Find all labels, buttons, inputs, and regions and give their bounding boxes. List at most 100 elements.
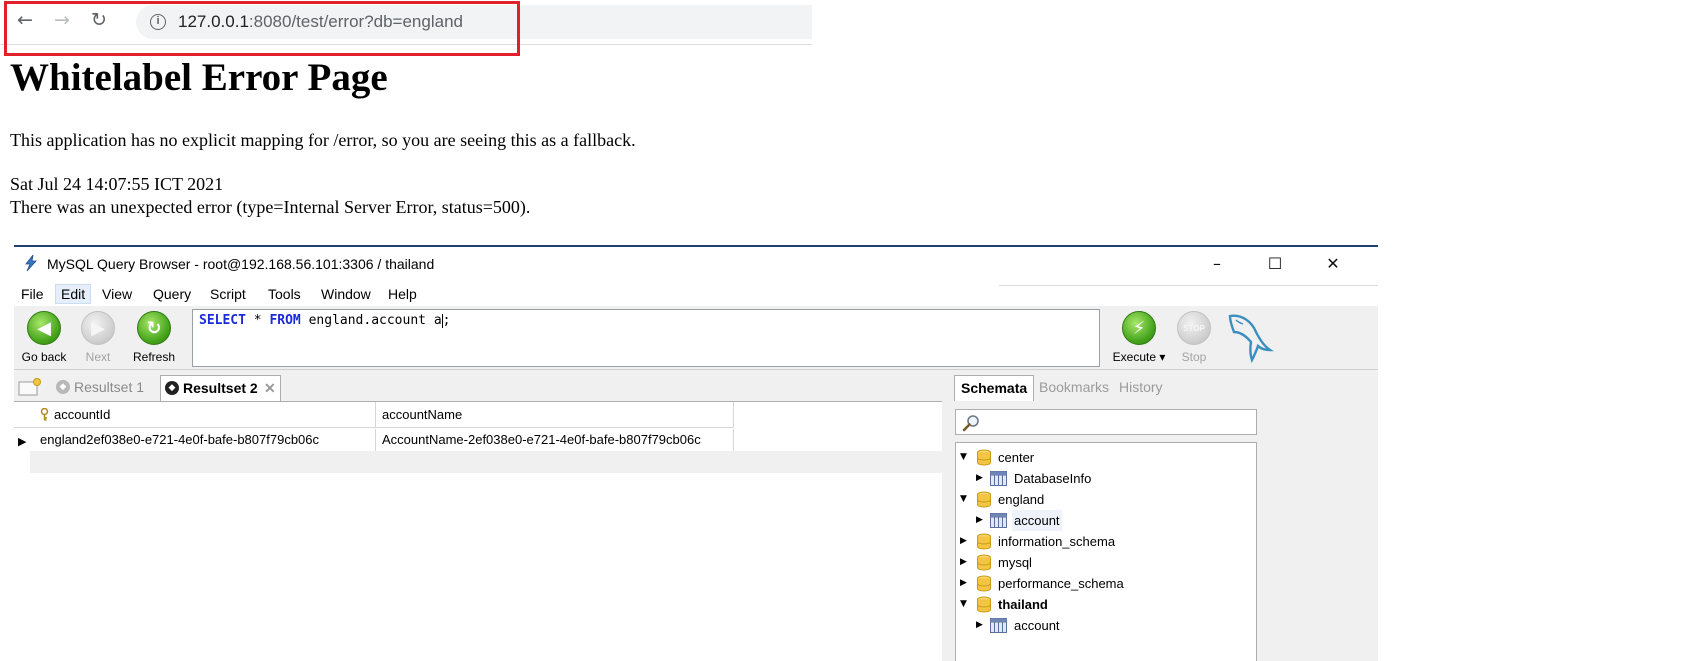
sql-terminator: ; [442,313,451,328]
expand-toggle-icon[interactable]: ▼ [960,489,972,510]
tree-node-label: information_schema [998,534,1116,549]
page-title: Whitelabel Error Page [10,56,388,99]
new-resultset-icon[interactable] [18,377,42,397]
tab-resultset-2[interactable]: ◆ Resultset 2 ✕ [160,375,281,401]
column-header-accountId[interactable]: accountId [48,402,376,427]
tab-close-icon[interactable]: ✕ [264,376,276,400]
tree-node-england-account[interactable]: ▶ account [956,510,1256,531]
menubar-separator [999,285,1378,286]
database-icon [977,554,991,571]
tab-history[interactable]: History [1113,375,1169,401]
column-header-accountName[interactable]: accountName [376,402,734,427]
tree-node-databaseinfo[interactable]: ▶ DatabaseInfo [956,468,1256,489]
tree-node-england[interactable]: ▼ england [956,489,1256,510]
tab-resultset-1[interactable]: ◆ Resultset 1 [52,375,144,401]
current-row-icon: ▶ [18,435,27,448]
tree-node-label: account [1012,510,1062,531]
highlight-box [4,1,520,56]
database-icon [977,575,991,592]
grid-empty-row [30,451,942,473]
next-button[interactable]: ▶ Next [68,306,128,370]
expand-toggle-icon[interactable]: ▼ [960,447,972,468]
window-titlebar: MySQL Query Browser - root@192.168.56.10… [14,247,1378,281]
sql-keyword-select: SELECT [199,313,246,328]
menu-view[interactable]: View [97,284,137,304]
tree-node-center[interactable]: ▼ center [956,447,1256,468]
query-browser-window: MySQL Query Browser - root@192.168.56.10… [14,245,1378,661]
schema-tree: ▼ center ▶ DatabaseInfo ▼ england ▶ acco… [955,442,1257,661]
tree-node-thailand-account[interactable]: ▶ account [956,615,1256,636]
resultset-tabbar: ◆ Resultset 1 ◆ Resultset 2 ✕ [14,371,964,401]
error-details: There was an unexpected error (type=Inte… [10,197,531,217]
table-row[interactable]: ▶ england2ef038e0-e721-4e0f-bafe-b807f79… [14,429,734,451]
execute-lightning-icon: ⚡ [1122,311,1156,345]
next-label: Next [85,350,111,364]
tree-node-label: performance_schema [998,576,1124,591]
window-title: MySQL Query Browser - root@192.168.56.10… [47,256,435,272]
go-back-label: Go back [21,350,67,364]
menu-edit[interactable]: Edit [55,284,92,304]
error-message: This application has no explicit mapping… [10,130,636,150]
database-icon [977,449,991,466]
query-toolbar: ◀ Go back ▶ Next ↻ Refresh SELECT * FROM… [14,306,1378,370]
table-icon [990,618,1007,633]
tab-schemata[interactable]: Schemata [954,375,1035,401]
tree-node-label: center [998,450,1035,465]
menu-query[interactable]: Query [148,284,196,304]
expand-toggle-icon[interactable]: ▶ [960,573,972,594]
tree-node-label: england [998,492,1045,507]
refresh-icon: ↻ [137,311,171,345]
expand-toggle-icon[interactable]: ▼ [960,594,972,615]
cell-accountName[interactable]: AccountName-2ef038e0-e721-4e0f-bafe-b807… [376,429,734,451]
tree-node-thailand[interactable]: ▼ thailand [956,594,1256,615]
go-back-icon: ◀ [27,311,61,345]
database-icon [977,596,991,613]
menu-tools[interactable]: Tools [263,284,306,304]
execute-label: Execute ▾ [1112,350,1166,364]
database-icon [977,533,991,550]
tab-bookmarks[interactable]: Bookmarks [1033,375,1115,401]
go-back-button[interactable]: ◀ Go back [14,306,74,370]
expand-toggle-icon[interactable]: ▶ [976,510,988,531]
cell-accountId[interactable]: england2ef038e0-e721-4e0f-bafe-b807f79cb… [34,429,376,451]
refresh-button[interactable]: ↻ Refresh [124,306,184,370]
close-button[interactable]: ✕ [1304,247,1362,281]
sql-table: england.account a [300,313,442,328]
tree-node-performance-schema[interactable]: ▶ performance_schema [956,573,1256,594]
tree-node-label: mysql [998,555,1032,570]
menu-file[interactable]: File [16,284,49,304]
tree-node-label: thailand [998,597,1048,612]
row-header-corner [14,402,30,427]
next-icon: ▶ [81,311,115,345]
menu-help[interactable]: Help [383,284,422,304]
resultset-icon: ◆ [56,380,70,394]
mysql-dolphin-icon [1228,314,1274,364]
tree-node-information-schema[interactable]: ▶ information_schema [956,531,1256,552]
database-icon [977,491,991,508]
tab-label: Resultset 1 [74,379,145,395]
menu-window[interactable]: Window [316,284,376,304]
schema-search-input[interactable] [955,409,1257,435]
tree-node-mysql[interactable]: ▶ mysql [956,552,1256,573]
maximize-button[interactable]: ☐ [1246,247,1304,281]
refresh-label: Refresh [132,350,176,364]
schemata-panel: Schemata Bookmarks History ▼ center ▶ Da… [951,371,1265,661]
tab-label: Resultset 2 [183,380,258,396]
expand-toggle-icon[interactable]: ▶ [960,531,972,552]
stop-button[interactable]: STOP Stop [1164,306,1224,370]
app-lightning-icon [25,254,37,272]
expand-toggle-icon[interactable]: ▶ [976,468,988,489]
menu-script[interactable]: Script [205,284,251,304]
resultset-icon: ◆ [165,381,179,395]
search-icon [962,415,979,432]
sql-editor[interactable]: SELECT * FROM england.account a; [192,309,1100,367]
minimize-button[interactable]: – [1188,247,1246,281]
result-grid: accountId accountName ▶ england2ef038e0-… [14,401,942,661]
stop-icon: STOP [1177,311,1211,345]
sql-keyword-from: FROM [269,313,301,328]
execute-button[interactable]: ⚡ Execute ▾ [1109,306,1169,370]
table-icon [990,513,1007,528]
tree-node-label: DatabaseInfo [1014,471,1092,486]
expand-toggle-icon[interactable]: ▶ [960,552,972,573]
expand-toggle-icon[interactable]: ▶ [976,615,988,636]
